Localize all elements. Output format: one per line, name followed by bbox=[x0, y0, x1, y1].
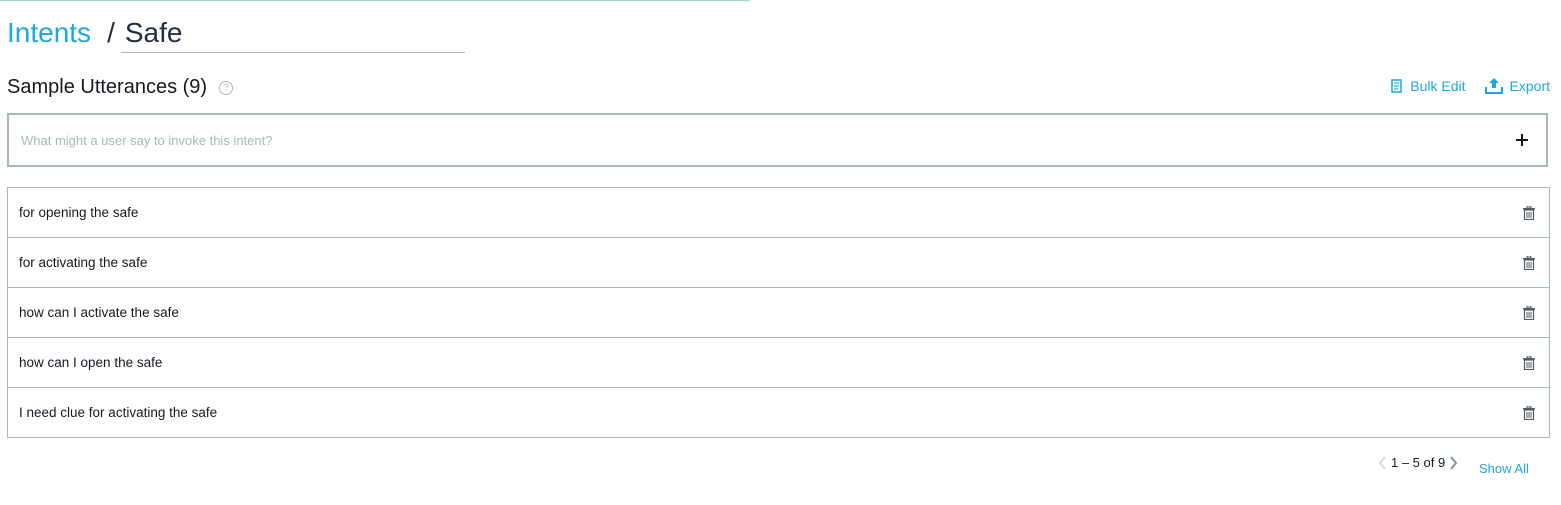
section-header: Sample Utterances (9) ? bbox=[7, 76, 234, 99]
trash-icon[interactable] bbox=[1523, 355, 1535, 375]
utterance-input-container bbox=[7, 113, 1548, 167]
list-item: how can I open the safe bbox=[8, 338, 1549, 388]
breadcrumb: Intents / Safe bbox=[7, 17, 465, 57]
pagination: 1 – 5 of 9 bbox=[1378, 455, 1458, 470]
list-item: how can I activate the safe bbox=[8, 288, 1549, 338]
chevron-right-icon[interactable] bbox=[1449, 455, 1458, 470]
breadcrumb-intents-link[interactable]: Intents bbox=[7, 17, 91, 49]
breadcrumb-separator: / bbox=[107, 17, 115, 48]
export-icon bbox=[1484, 78, 1503, 94]
list-item: for activating the safe bbox=[8, 238, 1549, 288]
list-item: I need clue for activating the safe bbox=[8, 388, 1549, 437]
utterance-text[interactable]: I need clue for activating the safe bbox=[19, 405, 217, 420]
trash-icon[interactable] bbox=[1523, 255, 1535, 275]
trash-icon[interactable] bbox=[1523, 205, 1535, 225]
plus-icon bbox=[1516, 134, 1528, 146]
help-icon[interactable]: ? bbox=[219, 80, 234, 95]
utterance-list: for opening the safe for activating the … bbox=[7, 187, 1550, 438]
export-label: Export bbox=[1509, 78, 1550, 94]
utterance-input[interactable] bbox=[9, 115, 1493, 165]
export-button[interactable]: Export bbox=[1484, 77, 1550, 95]
list-item: for opening the safe bbox=[8, 188, 1549, 238]
trash-icon[interactable] bbox=[1523, 305, 1535, 325]
bulk-edit-label: Bulk Edit bbox=[1410, 78, 1466, 94]
utterance-text[interactable]: how can I open the safe bbox=[19, 355, 162, 370]
utterance-text[interactable]: for opening the safe bbox=[19, 205, 138, 220]
top-progress-line bbox=[0, 0, 750, 1]
toolbar-actions: Bulk Edit Export bbox=[1372, 77, 1550, 95]
pagination-range: 1 – 5 of 9 bbox=[1391, 455, 1446, 470]
chevron-left-icon[interactable] bbox=[1378, 455, 1387, 470]
bulk-edit-button[interactable]: Bulk Edit bbox=[1390, 78, 1466, 94]
section-title: Sample Utterances (9) bbox=[7, 76, 208, 98]
utterance-text[interactable]: for activating the safe bbox=[19, 255, 147, 270]
bulk-edit-icon bbox=[1391, 79, 1403, 93]
utterance-text[interactable]: how can I activate the safe bbox=[19, 305, 179, 320]
trash-icon[interactable] bbox=[1523, 405, 1535, 425]
intent-name-field[interactable]: Safe bbox=[120, 17, 465, 53]
add-utterance-button[interactable] bbox=[1510, 128, 1534, 152]
show-all-link[interactable]: Show All bbox=[1479, 461, 1529, 476]
